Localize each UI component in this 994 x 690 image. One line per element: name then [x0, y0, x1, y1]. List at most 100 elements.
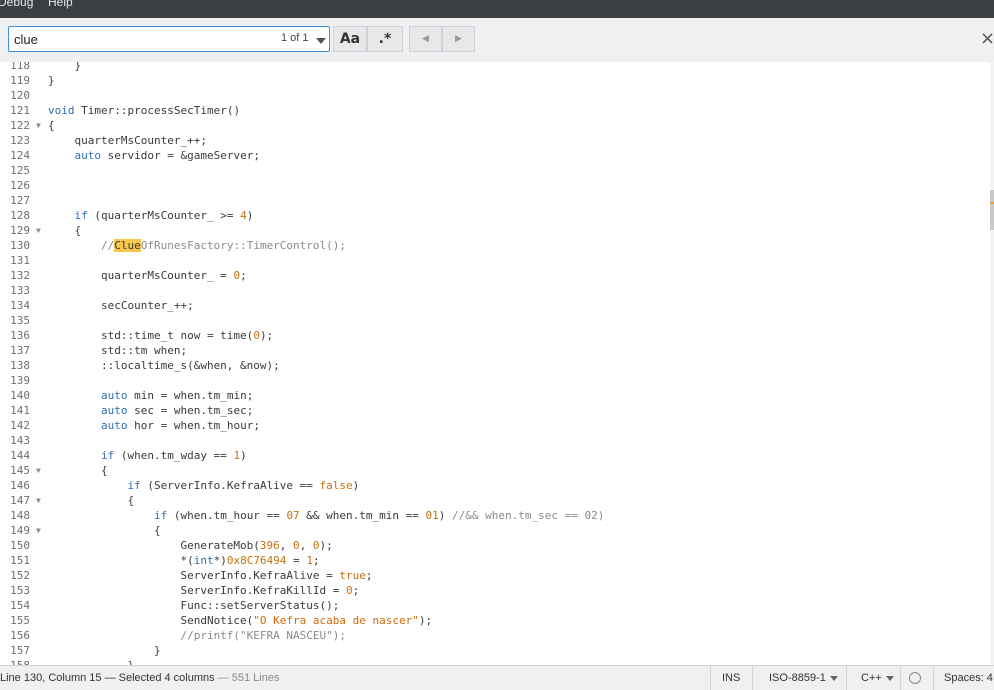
menu-help[interactable]: Help	[48, 0, 73, 9]
code-line[interactable]: 154 Func::setServerStatus();	[0, 598, 990, 613]
code-line[interactable]: 142 auto hor = when.tm_hour;	[0, 418, 990, 433]
code-text: void Timer::processSecTimer()	[48, 104, 241, 117]
code-line[interactable]: 151 *(int*)0x8C76494 = 1;	[0, 553, 990, 568]
line-number: 125	[10, 164, 30, 177]
close-icon[interactable]: ×	[980, 28, 994, 50]
code-text: //printf("KEFRA NASCEU");	[180, 629, 347, 642]
code-line[interactable]: 158 }	[0, 658, 990, 665]
code-line[interactable]: 122 ▼ {	[0, 118, 990, 133]
scroll-thumb[interactable]	[990, 190, 994, 230]
code-line[interactable]: 152 ServerInfo.KefraAlive = true;	[0, 568, 990, 583]
indentation-selector[interactable]: Spaces: 4	[944, 672, 993, 684]
line-number: 138	[10, 359, 30, 372]
code-line[interactable]: 139	[0, 373, 990, 388]
code-line[interactable]: 129 ▼ {	[0, 223, 990, 238]
code-line[interactable]: 132 quarterMsCounter_ = 0;	[0, 268, 990, 283]
code-line[interactable]: 123 quarterMsCounter_++;	[0, 133, 990, 148]
code-line[interactable]: 149 ▼ {	[0, 523, 990, 538]
code-line[interactable]: 140 auto min = when.tm_min;	[0, 388, 990, 403]
language-selector[interactable]: C++	[861, 672, 894, 684]
code-line[interactable]: 145 ▼ {	[0, 463, 990, 478]
code-line[interactable]: 125	[0, 163, 990, 178]
vertical-scrollbar[interactable]	[990, 62, 994, 665]
code-line[interactable]: 130 //ClueOfRunesFactory::TimerControl()…	[0, 238, 990, 253]
match-case-button[interactable]: Aa	[333, 26, 367, 52]
divider	[752, 666, 753, 690]
code-line[interactable]: 157 }	[0, 643, 990, 658]
encoding-selector[interactable]: ISO-8859-1	[769, 672, 838, 684]
code-text: auto servidor = &gameServer;	[74, 149, 260, 162]
line-number: 153	[10, 584, 30, 597]
line-number: 150	[10, 539, 30, 552]
fold-arrow-icon[interactable]: ▼	[36, 223, 41, 238]
code-line[interactable]: 131	[0, 253, 990, 268]
next-match-button[interactable]: ▶	[442, 26, 475, 52]
line-number: 127	[10, 194, 30, 207]
code-line[interactable]: 136 std::time_t now = time(0);	[0, 328, 990, 343]
code-text: if (when.tm_hour == 07 && when.tm_min ==…	[153, 509, 605, 522]
regex-button[interactable]: .*	[367, 26, 403, 52]
line-number: 123	[10, 134, 30, 147]
code-line[interactable]: 121 void Timer::processSecTimer()	[0, 103, 990, 118]
code-line[interactable]: 148 if (when.tm_hour == 07 && when.tm_mi…	[0, 508, 990, 523]
code-line[interactable]: 155 SendNotice("O Kefra acaba de nascer"…	[0, 613, 990, 628]
line-number: 140	[10, 389, 30, 402]
code-text: }	[48, 644, 161, 657]
code-line[interactable]: 119}	[0, 73, 990, 88]
cursor-position: Line 130, Column 15 — Selected 4 columns…	[0, 672, 279, 684]
code-line[interactable]: 137 std::tm when;	[0, 343, 990, 358]
code-line[interactable]: 133	[0, 283, 990, 298]
fold-arrow-icon[interactable]: ▼	[36, 493, 41, 508]
code-line[interactable]: 134 secCounter_++;	[0, 298, 990, 313]
code-text: ServerInfo.KefraKillId = 0;	[48, 584, 360, 597]
search-input[interactable]	[14, 30, 254, 48]
code-line[interactable]: 143	[0, 433, 990, 448]
insert-mode[interactable]: INS	[722, 672, 740, 684]
code-text: }	[48, 62, 82, 72]
cursor-position-text: Line 130, Column 15 — Selected 4 columns	[0, 672, 215, 684]
code-line[interactable]: 138 ::localtime_s(&when, &now);	[0, 358, 990, 373]
code-line[interactable]: 150 GenerateMob(396, 0, 0);	[0, 538, 990, 553]
line-number: 120	[10, 89, 30, 102]
code-line[interactable]: 128 if (quarterMsCounter_ >= 4)	[0, 208, 990, 223]
fold-arrow-icon[interactable]: ▼	[36, 523, 41, 538]
line-number: 132	[10, 269, 30, 282]
line-count: — 551 Lines	[214, 672, 280, 684]
code-editor[interactable]: 118 } 119} 120 121 void Timer::processSecTim…	[0, 62, 994, 665]
code-line[interactable]: 146 if (ServerInfo.KefraAlive == false)	[0, 478, 990, 493]
chevron-down-icon	[829, 675, 838, 681]
code-line[interactable]: 126	[0, 178, 990, 193]
line-number: 144	[10, 449, 30, 462]
code-line[interactable]: 147 ▼ {	[0, 493, 990, 508]
code-line[interactable]: 127	[0, 193, 990, 208]
code-line[interactable]: 118 }	[0, 62, 990, 73]
code-line[interactable]: 141 auto sec = when.tm_sec;	[0, 403, 990, 418]
fold-arrow-icon[interactable]: ▼	[36, 463, 41, 478]
line-number: 155	[10, 614, 30, 627]
fold-arrow-icon[interactable]: ▼	[36, 118, 41, 133]
code-text: {	[48, 494, 135, 507]
menu-debug[interactable]: Debug	[0, 0, 33, 9]
find-bar: 1 of 1 Aa .* ◀ ▶ ×	[0, 18, 994, 63]
code-line[interactable]: 124 auto servidor = &gameServer;	[0, 148, 990, 163]
circle-icon[interactable]	[909, 672, 921, 684]
line-number: 128	[10, 209, 30, 222]
code-text: if (ServerInfo.KefraAlive == false)	[127, 479, 360, 492]
line-number: 121	[10, 104, 30, 117]
previous-match-button[interactable]: ◀	[409, 26, 442, 52]
menu-bar: Debug Help	[0, 0, 994, 18]
code-text: quarterMsCounter_++;	[48, 134, 207, 147]
chevron-down-icon[interactable]	[316, 38, 326, 44]
code-line[interactable]: 144 if (when.tm_wday == 1)	[0, 448, 990, 463]
code-text: std::tm when;	[48, 344, 188, 357]
code-line[interactable]: 156 //printf("KEFRA NASCEU");	[0, 628, 990, 643]
search-box: 1 of 1	[8, 26, 330, 52]
code-text: //ClueOfRunesFactory::TimerControl();	[100, 239, 347, 252]
code-line[interactable]: 135	[0, 313, 990, 328]
line-number: 118	[10, 62, 30, 72]
chevron-right-icon: ▶	[455, 34, 462, 44]
code-line[interactable]: 153 ServerInfo.KefraKillId = 0;	[0, 583, 990, 598]
code-line[interactable]: 120	[0, 88, 990, 103]
line-number: 145	[10, 464, 30, 477]
language-label: C++	[861, 672, 882, 684]
